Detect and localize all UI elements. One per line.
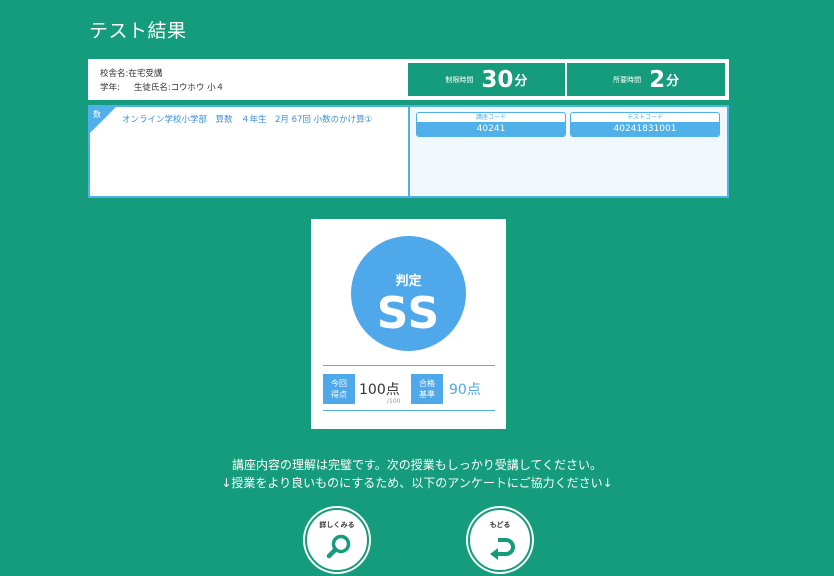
school-row: 校舎名:在宅受講: [100, 67, 398, 81]
course-panel: 数 オンライン学校小学部 算数 ４年生 2月 67回 小数のかけ算① 講座コード…: [88, 105, 729, 198]
score-tag: 今回 得点: [323, 374, 355, 404]
time-limit-label: 制限時間: [445, 75, 474, 84]
pass-tag: 合格 基準: [411, 374, 443, 404]
score-row: 今回 得点 100点 /100 合格 基準 90点: [323, 365, 495, 411]
time-limit-value: 30: [481, 66, 514, 93]
time-used-unit: 分: [666, 74, 680, 89]
test-code-label: テストコード: [626, 114, 663, 121]
pass-tag-line2: 基準: [419, 390, 435, 399]
magnifier-icon: [326, 534, 351, 559]
student-label: 生徒氏名:コウホウ 小４: [133, 83, 225, 93]
survey-message: ↓授業をより良いものにするため、以下のアンケートにご協力ください↓: [221, 476, 613, 490]
grade-label: 判定: [395, 274, 422, 289]
return-arrow-icon: [490, 538, 515, 560]
subject-char: 数: [93, 110, 101, 119]
detail-button[interactable]: 詳しくみる: [305, 508, 369, 572]
result-message: 講座内容の理解は完璧です。次の授業もしっかり受講してください。: [231, 458, 603, 472]
time-limit-box: 制限時間 30 分: [407, 61, 568, 98]
back-button[interactable]: もどる: [468, 508, 532, 572]
test-code-value: 40241831001: [571, 122, 719, 136]
course-name: オンライン学校小学部 算数 ４年生 2月 67回 小数のかけ算①: [122, 115, 373, 125]
info-bar: 校舎名:在宅受講 学年: 生徒氏名:コウホウ 小４ 制限時間 30 分 所要時間 …: [88, 59, 729, 100]
score-max: /100: [387, 398, 401, 405]
page-title: テスト結果: [89, 20, 187, 42]
back-button-label: もどる: [489, 521, 511, 529]
score-tag-line1: 今回: [331, 379, 347, 388]
course-codes: 講座コード 40241 テストコード 40241831001: [410, 107, 727, 196]
time-limit-unit: 分: [514, 74, 528, 89]
time-used-label: 所要時間: [613, 75, 642, 84]
test-code-box: テストコード 40241831001: [570, 112, 720, 137]
student-row: 学年: 生徒氏名:コウホウ 小４: [100, 81, 398, 95]
grade-value: SS: [376, 288, 441, 339]
course-code-value: 40241: [417, 122, 565, 136]
course-code-label: 講座コード: [475, 114, 506, 121]
grade-circle: 判定 SS: [351, 236, 466, 351]
pass-tag-line1: 合格: [419, 379, 435, 388]
school-label: 校舎名:在宅受講: [100, 69, 163, 79]
time-used-value: 2: [649, 66, 666, 93]
grade-label: 学年:: [100, 83, 120, 93]
result-card: 判定 SS 今回 得点 100点 /100 合格 基準 90点: [311, 219, 506, 429]
course-code-box: 講座コード 40241: [416, 112, 566, 137]
score-tag-line2: 得点: [331, 390, 347, 399]
student-info: 校舎名:在宅受講 学年: 生徒氏名:コウホウ 小４: [90, 61, 408, 98]
score-value: 100点: [359, 382, 400, 398]
time-used-box: 所要時間 2 分: [567, 61, 728, 98]
pass-value: 90点: [449, 382, 481, 398]
detail-button-label: 詳しくみる: [319, 521, 355, 529]
course-info: 数 オンライン学校小学部 算数 ４年生 2月 67回 小数のかけ算①: [90, 107, 408, 196]
